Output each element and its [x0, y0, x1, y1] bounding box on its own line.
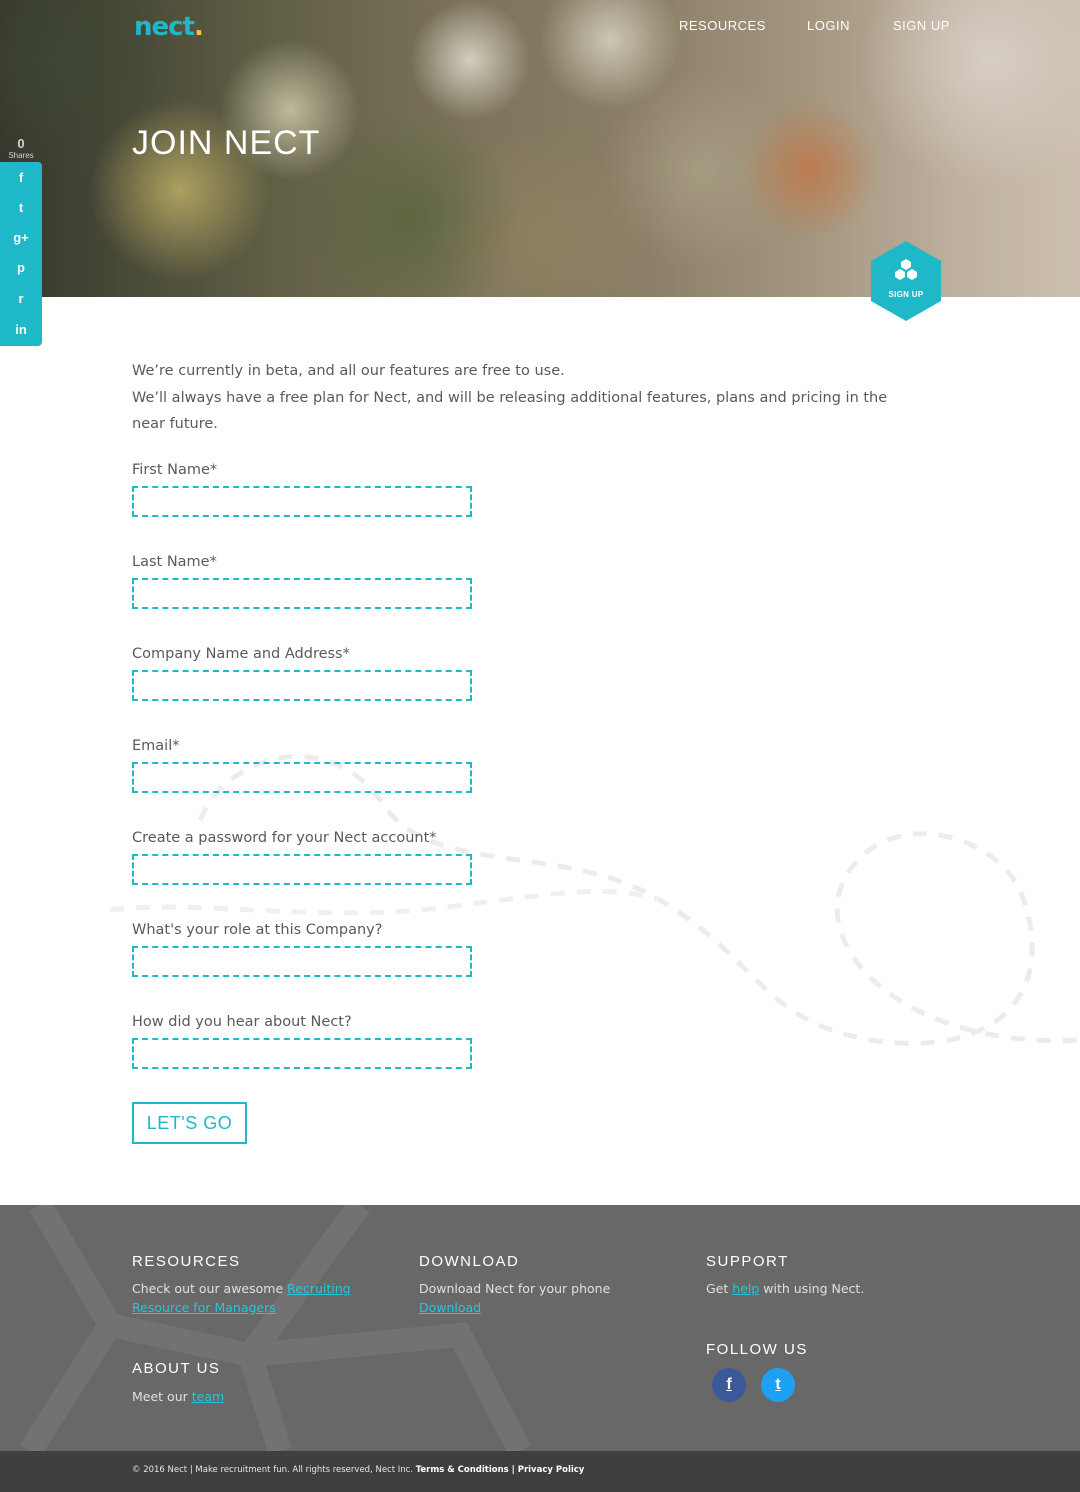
nav-resources[interactable]: RESOURCES: [679, 18, 766, 33]
share-count: 0 Shares: [0, 136, 42, 160]
footer-download-title: DOWNLOAD: [419, 1253, 520, 1270]
role-field[interactable]: [132, 946, 472, 977]
intro-line-1: We’re currently in beta, and all our fea…: [132, 363, 565, 379]
facebook-follow-icon[interactable]: f: [712, 1368, 746, 1402]
email-field[interactable]: [132, 762, 472, 793]
support-text-after: with using Nect.: [759, 1281, 865, 1296]
referral-label: How did you hear about Nect?: [132, 1014, 352, 1030]
copyright-bar: © 2016 Nect | Make recruitment fun. All …: [0, 1451, 1080, 1492]
sign-up-badge-label: SIGN UP: [888, 290, 924, 299]
copyright-separator: |: [508, 1465, 518, 1475]
footer-about-text: Meet our team: [132, 1387, 224, 1406]
about-text: Meet our: [132, 1389, 192, 1404]
first-name-field[interactable]: [132, 486, 472, 517]
facebook-icon[interactable]: f: [0, 163, 42, 193]
page-title: JOIN NECT: [132, 124, 321, 162]
copyright-text: © 2016 Nect | Make recruitment fun. All …: [132, 1465, 584, 1475]
hexagon-shape: [871, 241, 941, 321]
referral-field[interactable]: [132, 1038, 472, 1069]
team-link[interactable]: team: [192, 1389, 224, 1404]
privacy-link[interactable]: Privacy Policy: [518, 1465, 585, 1475]
intro-line-2: We’ll always have a free plan for Nect, …: [132, 389, 888, 433]
footer-download-text: Download Nect for your phone Download: [419, 1279, 649, 1317]
nav-login[interactable]: LOGIN: [807, 18, 850, 33]
footer: RESOURCES Check out our awesome Recruiti…: [0, 1205, 1080, 1451]
footer-follow-title: FOLLOW US: [706, 1341, 808, 1358]
linkedin-icon[interactable]: in: [0, 315, 42, 345]
nav-sign-up[interactable]: SIGN UP: [893, 18, 950, 33]
lets-go-button[interactable]: LET'S GO: [132, 1102, 247, 1144]
company-label: Company Name and Address*: [132, 646, 350, 662]
top-nav: RESOURCES LOGIN SIGN UP: [0, 18, 1080, 38]
footer-background-shape: [19, 1205, 531, 1451]
download-link[interactable]: Download: [419, 1300, 481, 1315]
company-field[interactable]: [132, 670, 472, 701]
help-link[interactable]: help: [732, 1281, 759, 1296]
social-share-bar: f t g+ p r in: [0, 162, 42, 346]
password-field[interactable]: [132, 854, 472, 885]
resources-text: Check out our awesome: [132, 1281, 288, 1296]
intro-text: We’re currently in beta, and all our fea…: [132, 358, 922, 438]
email-label: Email*: [132, 738, 180, 754]
footer-resources-text: Check out our awesome Recruiting Resourc…: [132, 1279, 362, 1317]
sign-up-badge[interactable]: [870, 240, 942, 322]
share-count-label: Shares: [8, 151, 34, 160]
last-name-field[interactable]: [132, 578, 472, 609]
footer-support-text: Get help with using Nect.: [706, 1279, 864, 1298]
role-label: What's your role at this Company?: [132, 922, 383, 938]
reddit-icon[interactable]: r: [0, 284, 42, 314]
footer-support-title: SUPPORT: [706, 1253, 789, 1270]
download-text: Download Nect for your phone: [419, 1281, 611, 1296]
terms-link[interactable]: Terms & Conditions: [416, 1465, 509, 1475]
first-name-label: First Name*: [132, 462, 218, 478]
password-label: Create a password for your Nect account*: [132, 830, 437, 846]
footer-resources-title: RESOURCES: [132, 1253, 241, 1270]
twitter-icon[interactable]: t: [0, 193, 42, 223]
copyright-main: © 2016 Nect | Make recruitment fun. All …: [132, 1465, 416, 1475]
twitter-follow-icon[interactable]: t: [761, 1368, 795, 1402]
share-count-number: 0: [17, 136, 25, 151]
last-name-label: Last Name*: [132, 554, 217, 570]
google-plus-icon[interactable]: g+: [0, 223, 42, 253]
pinterest-icon[interactable]: p: [0, 253, 42, 283]
support-text-before: Get: [706, 1281, 733, 1296]
footer-about-title: ABOUT US: [132, 1360, 221, 1377]
